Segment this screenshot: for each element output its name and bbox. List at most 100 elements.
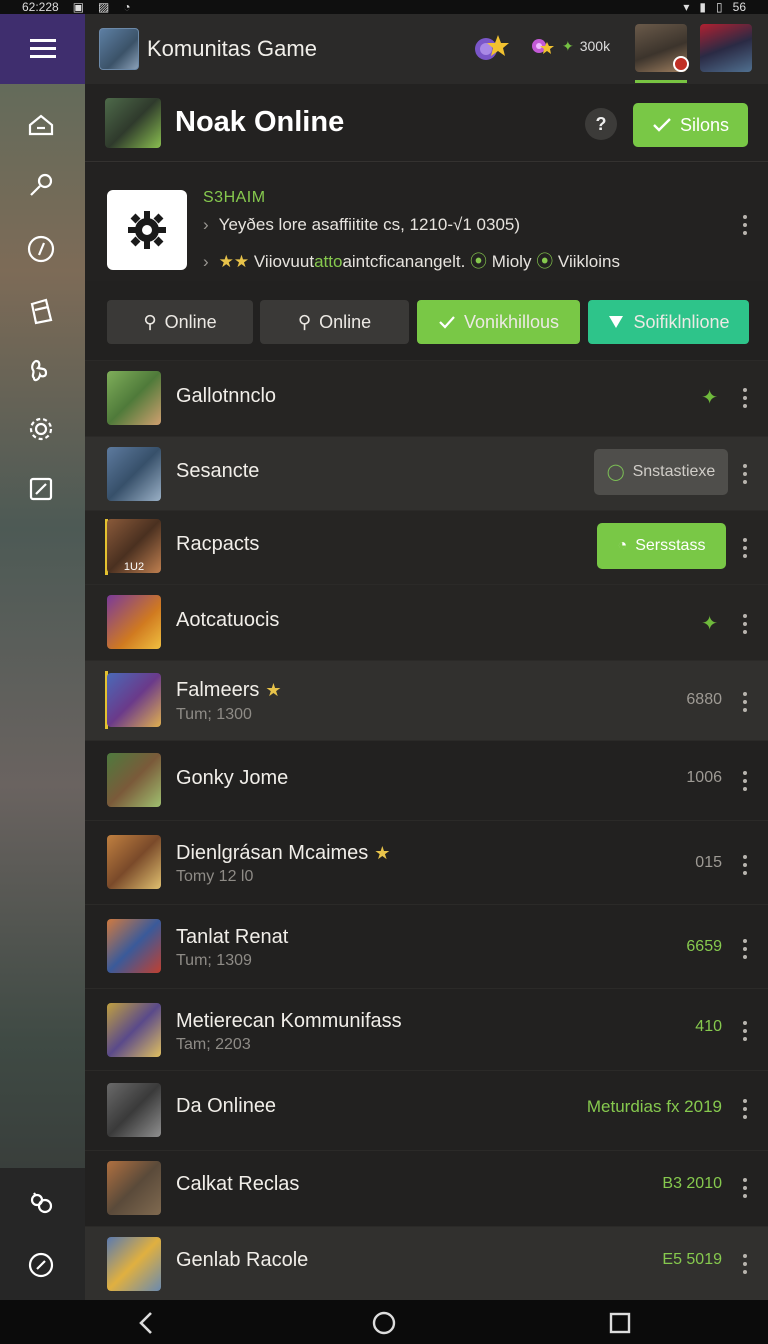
help-icon: ? xyxy=(595,113,607,134)
game-thumbnail xyxy=(107,919,161,973)
group-logo xyxy=(107,190,187,270)
check-icon xyxy=(653,118,671,132)
alarm-icon: ◔ xyxy=(123,0,131,14)
menu-button[interactable] xyxy=(0,14,85,84)
item-more-menu[interactable] xyxy=(740,771,750,791)
list-item[interactable]: Metierecan Kommunifass Tam; 2203 410 xyxy=(85,988,768,1070)
puzzle-icon xyxy=(31,359,48,382)
home-button[interactable] xyxy=(371,1310,397,1336)
rail-settings[interactable] xyxy=(22,410,60,448)
item-name: Da Onlinee xyxy=(176,1095,277,1117)
sparkle-icon[interactable]: ✦ xyxy=(701,611,718,636)
item-value: 6880 xyxy=(686,691,722,708)
meta-tag-1: Mioly xyxy=(491,252,532,271)
item-more-menu[interactable] xyxy=(740,1178,750,1198)
list-item[interactable]: Falmeers ★ Tum; 1300 6880 xyxy=(85,660,768,740)
list-item[interactable]: Da Onlinee Meturdias fx 2019 xyxy=(85,1070,768,1150)
rail-edit[interactable] xyxy=(22,470,60,508)
wifi-icon: ▾ xyxy=(683,0,690,14)
chip-official[interactable]: Soifiklnlione xyxy=(588,300,749,344)
currency-stat[interactable]: ✦ 300k xyxy=(530,36,610,56)
group-meta-line: › ★★ Viiovuutattoaintcficanangelt. ⦿ Miol… xyxy=(203,247,620,272)
avatar-status-badge xyxy=(673,56,689,72)
status-dot-icon: ⦿ xyxy=(470,252,488,271)
item-more-menu[interactable] xyxy=(740,939,750,959)
primary-action-button[interactable]: Silons xyxy=(633,103,748,147)
item-more-menu[interactable] xyxy=(740,1254,750,1274)
list-item[interactable]: Aotcatuocis ✦ xyxy=(85,584,768,660)
list-item[interactable]: Tanlat Renat Tum; 1309 6659 xyxy=(85,904,768,988)
game-thumbnail xyxy=(107,595,161,649)
rail-home[interactable] xyxy=(22,106,60,144)
list-item[interactable]: Dienlgrásan Mcaimes ★ Tomy 12 l0 015 xyxy=(85,820,768,904)
list-item[interactable]: Genlab Racole E5 5019 xyxy=(85,1226,768,1300)
list-item[interactable]: Calkat Reclas B3 2010 xyxy=(85,1150,768,1226)
status-right-text: 56 xyxy=(732,0,746,14)
rail-puzzle[interactable] xyxy=(22,352,60,390)
rail-library[interactable] xyxy=(22,292,60,330)
game-thumbnail xyxy=(107,1237,161,1291)
back-button[interactable] xyxy=(133,1310,159,1336)
list-item[interactable]: Gonky Jome 1006 xyxy=(85,740,768,820)
star-icon: ★ xyxy=(265,680,282,700)
rail-community[interactable] xyxy=(22,1184,60,1222)
item-action-button[interactable]: ◯ Snstastiexe xyxy=(594,449,728,495)
item-more-menu[interactable] xyxy=(740,855,750,875)
rating-stars: ★★ xyxy=(218,252,250,271)
friend-avatar[interactable] xyxy=(700,24,752,72)
coin-star-icon[interactable] xyxy=(473,32,509,64)
item-value: 015 xyxy=(695,854,722,871)
app-logo[interactable] xyxy=(99,28,139,70)
recents-icon xyxy=(609,1312,631,1334)
item-more-menu[interactable] xyxy=(740,692,750,712)
item-more-menu[interactable] xyxy=(740,1099,750,1119)
game-thumbnail xyxy=(107,371,161,425)
shield-icon xyxy=(609,316,624,328)
rail-explore[interactable] xyxy=(22,230,60,268)
status-dot-icon: ⦿ xyxy=(536,252,554,271)
item-name: Genlab Racole xyxy=(176,1249,309,1271)
chip-online-2[interactable]: ⚲ Online xyxy=(260,300,409,344)
item-action-button[interactable]: ◔ Sersstass xyxy=(597,523,726,569)
item-value: Meturdias fx 2019 xyxy=(586,1097,722,1116)
game-thumbnail: 1U2 xyxy=(107,519,161,573)
recents-button[interactable] xyxy=(607,1310,633,1336)
game-thumbnail xyxy=(107,753,161,807)
gem-icon xyxy=(532,39,554,54)
hamburger-icon xyxy=(29,39,56,58)
game-thumbnail xyxy=(107,1083,161,1137)
item-subtitle: Tomy 12 l0 xyxy=(176,868,254,885)
rail-search[interactable] xyxy=(22,166,60,204)
avatar-active-indicator xyxy=(635,80,687,83)
item-action-label: Snstastiexe xyxy=(632,463,716,480)
item-more-menu[interactable] xyxy=(740,1021,750,1041)
group-more-menu[interactable] xyxy=(740,215,750,235)
item-subtitle: Tam; 2203 xyxy=(176,1036,251,1053)
list-item[interactable]: 1U2 Racpacts ◔ Sersstass xyxy=(85,510,768,584)
help-button[interactable]: ? xyxy=(585,108,617,140)
chip-label: Vonikhillous xyxy=(463,311,560,332)
chip-online-1[interactable]: ⚲ Online xyxy=(107,300,253,344)
item-name-text: Falmeers xyxy=(176,679,260,701)
list-item[interactable]: Gallotnnclo ✦ xyxy=(85,360,768,436)
item-name: Calkat Reclas xyxy=(176,1173,300,1195)
edit-icon xyxy=(29,477,53,501)
meta-text-highlight: atto xyxy=(314,252,343,271)
item-more-menu[interactable] xyxy=(740,614,750,634)
primary-action-label: Silons xyxy=(679,114,730,135)
compass-icon xyxy=(27,235,55,263)
status-bar: 62:228 ▣ ▨ ◔ ▾ ▮ ▯ 56 xyxy=(0,0,768,14)
chip-verified[interactable]: Vonikhillous xyxy=(417,300,580,344)
rail-speed[interactable] xyxy=(22,1246,60,1284)
sparkle-icon[interactable]: ✦ xyxy=(701,385,718,410)
item-more-menu[interactable] xyxy=(740,464,750,484)
thumb-label: 1U2 xyxy=(123,561,145,573)
item-more-menu[interactable] xyxy=(740,538,750,558)
game-thumbnail xyxy=(107,673,161,727)
meta-text-b: aintcficanangelt. xyxy=(342,252,466,271)
item-more-menu[interactable] xyxy=(740,388,750,408)
list-item[interactable]: Sesancte ◯ Snstastiexe xyxy=(85,436,768,510)
pin-icon: ⚲ xyxy=(297,311,312,332)
item-subtitle: Tum; 1309 xyxy=(176,952,252,969)
item-name: Aotcatuocis xyxy=(176,609,280,631)
